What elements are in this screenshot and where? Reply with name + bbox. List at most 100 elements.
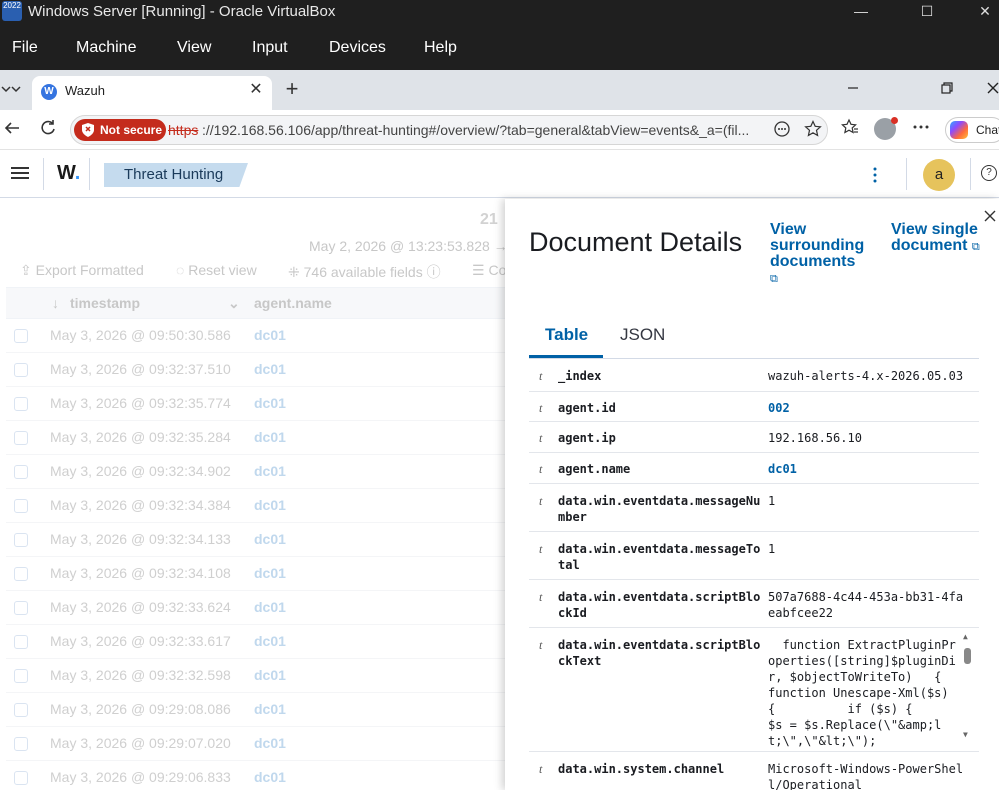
- field-value[interactable]: dc01: [768, 461, 966, 477]
- divider: [906, 158, 907, 190]
- copilot-label: Chat: [976, 123, 999, 137]
- not-secure-label: Not secure: [100, 123, 163, 137]
- scroll-down-icon[interactable]: ▼: [963, 730, 968, 739]
- tab-actions-icon[interactable]: [0, 78, 24, 102]
- wazuh-favicon-icon: W: [41, 84, 57, 100]
- favorites-icon[interactable]: [837, 118, 863, 142]
- profile-avatar-icon[interactable]: [874, 117, 898, 140]
- field-value: Microsoft-Windows-PowerShell/Operational: [768, 762, 964, 790]
- document-details-flyout: Document Details View surrounding docume…: [505, 199, 999, 790]
- logo-dot: .: [74, 162, 81, 184]
- not-secure-badge[interactable]: Not secure: [74, 119, 166, 141]
- maximize-button[interactable]: ☐: [904, 0, 950, 24]
- virtualbox-titlebar: 2022 Windows Server [Running] - Oracle V…: [0, 0, 999, 24]
- field-type-icon: t: [539, 462, 543, 476]
- field-value[interactable]: 002: [768, 400, 966, 416]
- copilot-icon: [950, 121, 968, 139]
- scrollbar-thumb[interactable]: [964, 648, 971, 664]
- tab-title: Wazuh: [65, 83, 105, 98]
- field-name: data.win.eventdata.messageNumber: [558, 494, 761, 524]
- menu-file[interactable]: File: [12, 39, 38, 57]
- field-row: t data.win.eventdata.messageTotal 1: [529, 532, 979, 580]
- browser-tabstrip: W Wazuh ✕ +: [0, 70, 999, 110]
- view-single-label: View single document: [891, 221, 978, 254]
- view-surrounding-label: View surrounding documents: [770, 221, 865, 270]
- field-row: t data.win.eventdata.messageNumber 1: [529, 484, 979, 532]
- help-icon[interactable]: ?: [981, 165, 997, 181]
- field-row: t data.win.eventdata.scriptBlockText func…: [529, 628, 979, 752]
- refresh-icon[interactable]: [36, 118, 60, 142]
- divider: [43, 158, 44, 190]
- browser-minimize-button[interactable]: [838, 78, 868, 102]
- breadcrumb-label: Threat Hunting: [124, 166, 224, 183]
- user-avatar[interactable]: a: [923, 159, 955, 191]
- field-type-icon: t: [539, 762, 543, 776]
- field-type-icon: t: [539, 590, 543, 604]
- menu-input[interactable]: Input: [252, 39, 288, 57]
- minimize-button[interactable]: —: [838, 0, 884, 24]
- field-type-icon: t: [539, 431, 543, 445]
- field-type-icon: t: [539, 369, 543, 383]
- wazuh-logo[interactable]: W.: [57, 162, 80, 185]
- value-scrollbar[interactable]: ▲ ▼: [963, 632, 973, 742]
- flyout-overlay[interactable]: [0, 199, 505, 790]
- shield-icon: [82, 123, 94, 137]
- field-row: t data.win.system.channel Microsoft-Window…: [529, 752, 979, 790]
- scroll-up-icon[interactable]: ▲: [963, 632, 968, 641]
- address-bar[interactable]: Not secure https ://192.168.56.106/app/t…: [70, 115, 828, 145]
- field-name: data.win.eventdata.scriptBlockText: [558, 638, 761, 668]
- field-name: agent.ip: [558, 431, 616, 445]
- vertical-dots-icon[interactable]: [870, 165, 880, 185]
- menu-icon[interactable]: [10, 164, 30, 184]
- menu-view[interactable]: View: [177, 39, 211, 57]
- field-row: t data.win.eventdata.scriptBlockId 507a768…: [529, 580, 979, 628]
- document-fields-table: t _index wazuh-alerts-4.x-2026.05.03 t agent…: [529, 360, 979, 790]
- tab-table[interactable]: Table: [545, 325, 588, 345]
- logo-letter: W: [57, 162, 75, 184]
- field-value: 1: [768, 494, 776, 508]
- new-tab-button[interactable]: +: [280, 78, 304, 102]
- field-type-icon: t: [539, 401, 543, 415]
- field-value: 192.168.56.10: [768, 431, 862, 445]
- field-value: 1: [768, 542, 776, 556]
- tab-json[interactable]: JSON: [620, 325, 665, 345]
- url-text: ://192.168.56.106/app/threat-hunting#/ov…: [202, 122, 750, 138]
- field-row: t agent.id 002: [529, 392, 979, 422]
- external-link-icon: ⧉: [971, 241, 980, 253]
- reading-view-icon[interactable]: [771, 120, 793, 142]
- field-type-icon: t: [539, 542, 543, 556]
- favorite-star-icon[interactable]: [802, 120, 824, 142]
- virtualbox-logo-icon: 2022: [2, 1, 22, 21]
- field-row: t _index wazuh-alerts-4.x-2026.05.03: [529, 360, 979, 392]
- notification-dot: [891, 117, 898, 124]
- copilot-button[interactable]: Chat: [945, 117, 999, 143]
- field-value: wazuh-alerts-4.x-2026.05.03: [768, 369, 964, 383]
- url-protocol: https: [168, 122, 199, 138]
- wazuh-header: W. Threat Hunting: [0, 150, 999, 198]
- view-surrounding-documents-link[interactable]: View surrounding documents ⧉: [770, 222, 870, 287]
- field-name: agent.name: [558, 462, 631, 476]
- details-tabs: Table JSON: [529, 317, 979, 359]
- menu-help[interactable]: Help: [424, 39, 457, 57]
- field-row: t agent.name dc01: [529, 453, 979, 484]
- more-options-icon[interactable]: [908, 118, 934, 142]
- field-name: _index: [558, 369, 602, 383]
- flyout-title: Document Details: [529, 227, 743, 257]
- menu-machine[interactable]: Machine: [76, 39, 136, 57]
- tab-close-button[interactable]: ✕: [246, 80, 266, 100]
- window-title: Windows Server [Running] - Oracle Virtua…: [28, 3, 336, 20]
- field-value: 507a7688-4c44-453a-bb31-4faeabfcee22: [768, 590, 964, 620]
- view-single-document-link[interactable]: View single document ⧉: [891, 222, 991, 255]
- browser-tab-wazuh[interactable]: W Wazuh ✕: [32, 76, 272, 110]
- back-icon[interactable]: [0, 118, 24, 142]
- field-name: data.win.system.channel: [558, 762, 725, 776]
- breadcrumb[interactable]: Threat Hunting: [104, 163, 248, 187]
- field-row: t agent.ip 192.168.56.10: [529, 422, 979, 453]
- browser-close-button[interactable]: [978, 78, 999, 102]
- close-window-button[interactable]: ✕: [962, 0, 999, 24]
- field-type-icon: t: [539, 638, 543, 652]
- browser-restore-button[interactable]: [932, 78, 962, 102]
- menu-devices[interactable]: Devices: [329, 39, 386, 57]
- field-name: agent.id: [558, 401, 616, 415]
- field-name: data.win.eventdata.messageTotal: [558, 542, 761, 572]
